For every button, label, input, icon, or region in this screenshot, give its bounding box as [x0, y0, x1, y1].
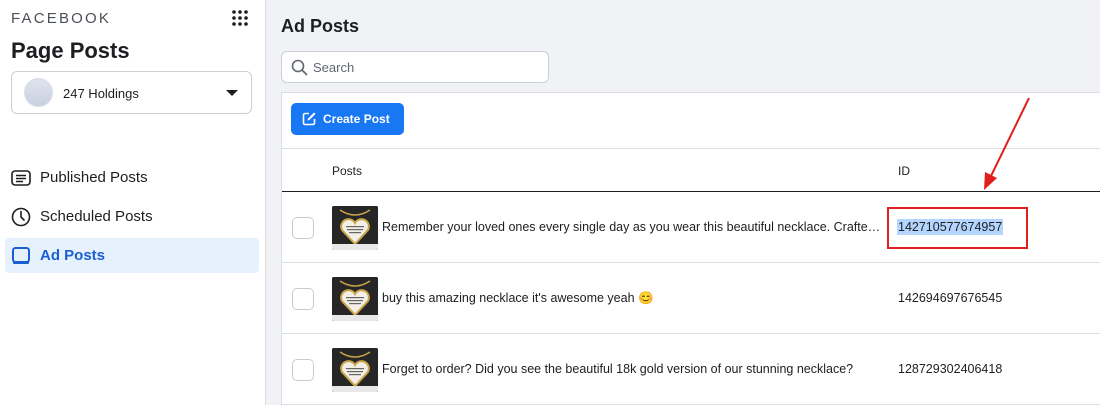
nav-label: Scheduled Posts: [40, 208, 153, 225]
brand-logo-text: FACEBOOK: [11, 10, 112, 27]
necklace-thumbnail: [332, 348, 378, 392]
row-checkbox[interactable]: [292, 217, 314, 239]
nav-item-published-posts[interactable]: Published Posts: [5, 160, 259, 195]
table-row[interactable]: Forget to order? Did you see the beautif…: [282, 334, 1100, 405]
posts-panel: Create Post Posts ID Remember your loved…: [281, 92, 1100, 405]
account-avatar: [24, 78, 53, 107]
necklace-thumbnail: [332, 206, 378, 250]
search-input[interactable]: [313, 58, 541, 77]
post-id[interactable]: 142694697676545: [898, 291, 1002, 305]
necklace-thumbnail: [332, 277, 378, 321]
column-header-id[interactable]: ID: [898, 164, 910, 178]
nav-label: Published Posts: [40, 169, 148, 186]
caret-down-icon: [226, 90, 238, 96]
post-text[interactable]: Forget to order? Did you see the beautif…: [382, 362, 884, 376]
create-post-button[interactable]: Create Post: [291, 103, 404, 135]
clock-icon: [11, 207, 31, 227]
list-icon: [11, 170, 31, 186]
apps-grid-icon[interactable]: [231, 9, 249, 27]
row-checkbox[interactable]: [292, 288, 314, 310]
nav-item-scheduled-posts[interactable]: Scheduled Posts: [5, 199, 259, 234]
sidebar: FACEBOOK Page Posts 247 Holdings Publish…: [0, 0, 266, 405]
column-header-posts[interactable]: Posts: [332, 164, 362, 178]
search-icon: [291, 59, 308, 76]
row-checkbox[interactable]: [292, 359, 314, 381]
post-text[interactable]: buy this amazing necklace it's awesome y…: [382, 291, 884, 306]
nav-label: Ad Posts: [40, 247, 106, 264]
nav-item-ad-posts[interactable]: Ad Posts: [5, 238, 259, 273]
post-id[interactable]: 128729302406418: [898, 362, 1002, 376]
account-selector[interactable]: 247 Holdings: [11, 71, 252, 114]
search-box[interactable]: [281, 51, 549, 83]
ad-posts-icon: [12, 247, 30, 264]
main-title: Ad Posts: [281, 16, 360, 36]
create-post-label: Create Post: [323, 112, 390, 126]
table-row[interactable]: buy this amazing necklace it's awesome y…: [282, 263, 1100, 334]
edit-icon: [302, 112, 316, 126]
page-title: Page Posts: [11, 38, 130, 63]
table-row[interactable]: Remember your loved ones every single da…: [282, 192, 1100, 263]
table-header: Posts ID: [282, 148, 1100, 192]
account-name: 247 Holdings: [63, 86, 139, 101]
post-text[interactable]: Remember your loved ones every single da…: [382, 220, 884, 234]
post-id[interactable]: 142710577674957: [897, 219, 1004, 235]
